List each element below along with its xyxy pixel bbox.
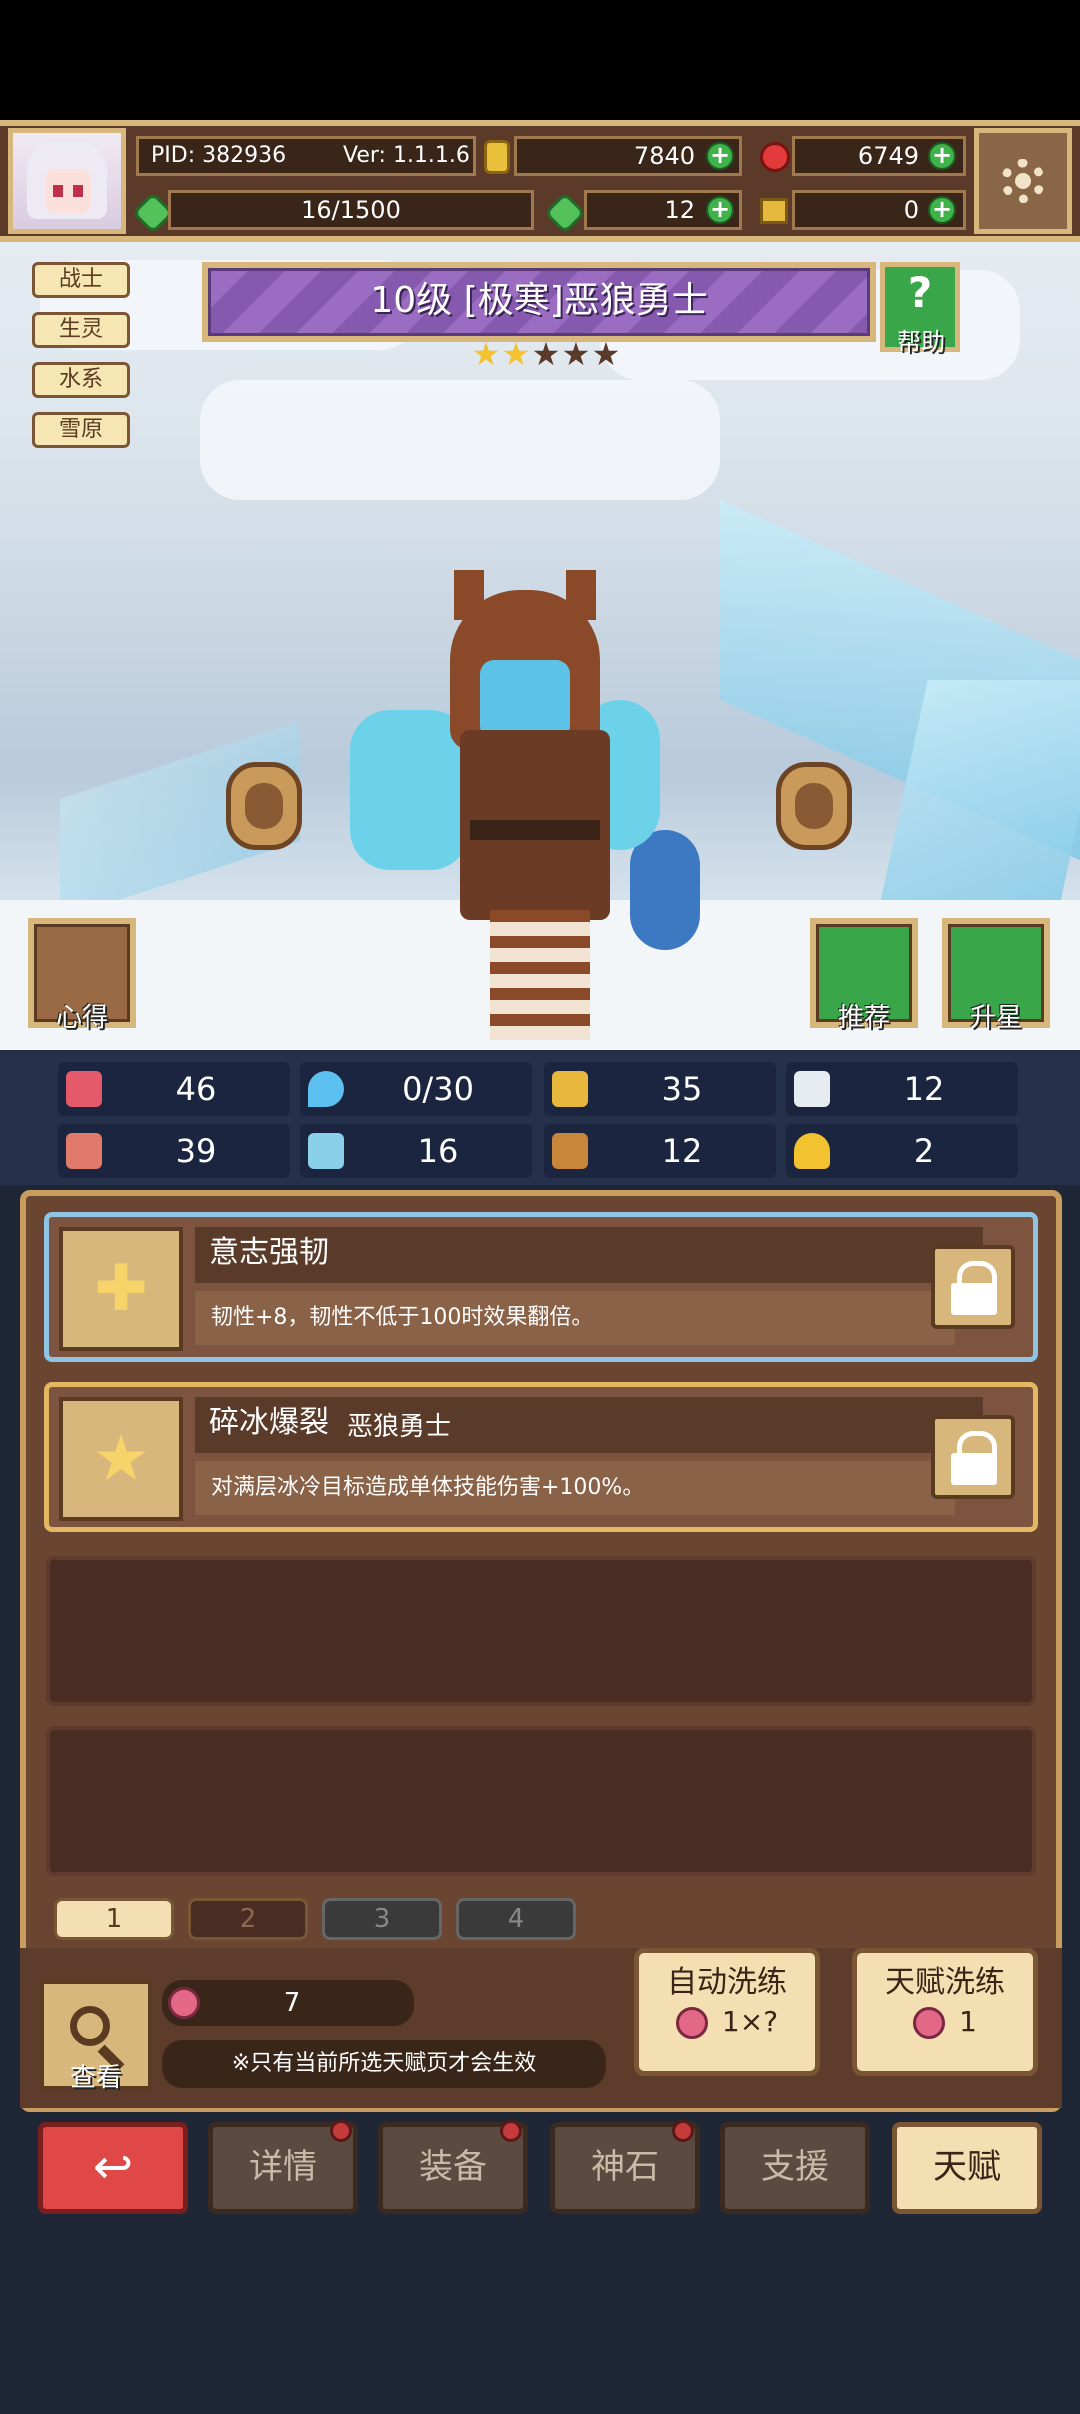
magnifier-icon [70,2006,110,2046]
stat-defense: 35 [544,1062,776,1116]
talent-page-tab-4[interactable]: 4 [456,1898,576,1940]
star-empty-icon: ★ [591,335,621,373]
auto-wash-button[interactable]: 自动洗练 1×? [634,1948,820,2076]
recommend-label: 推荐 [837,1003,890,1033]
hero-title-banner: 10级 [极寒]恶狼勇士 [202,262,876,342]
fist-icon [66,1133,102,1169]
talent-page-tab-3[interactable]: 3 [322,1898,442,1940]
stamina-bar: 16/1500 [168,190,534,230]
settings-button[interactable] [974,128,1072,234]
player-info-bar: PID: 382936 Ver: 1.1.1.6 [136,136,476,176]
stat-luck: 2 [786,1124,1018,1178]
talent-page-tab-2[interactable]: 2 [188,1898,308,1940]
version-text: Ver: 1.1.1.6 [343,143,470,168]
red-gem-icon [760,142,790,172]
hero-character-sprite [350,570,710,1050]
help-label: 帮助 [897,328,945,356]
talent-wash-label: 天赋洗练 [885,1965,1005,2000]
player-avatar[interactable] [8,128,126,234]
horseshoe-icon [794,1133,830,1169]
star-filled-icon: ★ [501,335,531,373]
wing-icon [794,1071,830,1107]
view-label: 查看 [69,2063,122,2093]
prev-hero-medal[interactable] [226,762,302,850]
notification-dot [672,2120,694,2142]
water-drop-icon [308,1071,344,1107]
stat-magic: 16 [300,1124,532,1178]
hero-title: 10级 [极寒]恶狼勇士 [208,268,870,336]
talent-name: 意志强韧 [209,1235,329,1270]
star-up-button[interactable]: 升星 [942,918,1050,1033]
tag-creature[interactable]: 生灵 [32,312,130,348]
fruit-counter: 7 [162,1980,414,2026]
auto-wash-label: 自动洗练 [667,1965,787,2000]
talent-source: 恶狼勇士 [347,1412,452,1442]
back-button[interactable]: ↩ [38,2122,188,2214]
notes-button[interactable]: 心得 [28,918,136,1033]
fruit-icon [675,2007,708,2039]
notification-dot [500,2120,522,2142]
book-icon [308,1133,344,1169]
tag-warrior[interactable]: 战士 [32,262,130,298]
notes-label: 心得 [55,1003,108,1033]
shield-icon [552,1071,588,1107]
next-hero-medal[interactable] [776,762,852,850]
fruit-icon [913,2007,946,2039]
scroll-icon [552,1133,588,1169]
add-gem-button[interactable]: + [928,142,956,170]
unlock-icon[interactable] [931,1245,1015,1329]
talent-wash-cost: 1 [959,2005,977,2038]
fruit-count: 7 [283,1988,301,2018]
add-gold-button[interactable]: + [706,142,734,170]
talent-slot-2[interactable]: ★ 碎冰爆裂 恶狼勇士 对满层冰冷目标造成单体技能伤害+100%。 [44,1382,1038,1532]
stat-attack: 39 [58,1124,290,1178]
stat-hp: 46 [58,1062,290,1116]
gem-value: 6749 [857,142,919,170]
empty-talent-slot[interactable] [46,1726,1036,1876]
recommend-button[interactable]: 推荐 [810,918,918,1033]
empty-talent-slot[interactable] [46,1556,1036,1706]
back-arrow-icon: ↩ [92,2139,134,2195]
pid-text: PID: 382936 [151,143,287,168]
talent-name: 碎冰爆裂 [209,1405,329,1440]
talent-slot-1[interactable]: ✚ 意志强韧 韧性+8，韧性不低于100时效果翻倍。 [44,1212,1038,1362]
nav-support[interactable]: 支援 [720,2122,870,2214]
cross-icon: ✚ [59,1227,183,1351]
talent-desc: 对满层冰冷目标造成单体技能伤害+100%。 [211,1475,645,1500]
fruit-icon [168,1987,200,2019]
view-button[interactable]: 查看 [40,1980,152,2093]
tag-snowfield[interactable]: 雪原 [32,412,130,448]
clover-value: 12 [664,196,695,224]
help-button[interactable]: ? 帮助 [880,262,960,356]
stamina-value: 16/1500 [301,196,401,224]
question-icon: ? [907,268,933,317]
gold-value: 7840 [633,142,695,170]
star-badge-icon: ★ [59,1397,183,1521]
page-effect-note: ※只有当前所选天赋页才会生效 [162,2040,606,2088]
status-bar [0,0,1080,120]
unlock-icon[interactable] [931,1415,1015,1499]
star-empty-icon: ★ [561,335,591,373]
stat-speed: 12 [786,1062,1018,1116]
stat-mana: 0/30 [300,1062,532,1116]
star-filled-icon: ★ [471,335,501,373]
talent-page-tab-1[interactable]: 1 [54,1898,174,1940]
notification-dot [330,2120,352,2142]
gold-coin-icon [484,140,510,174]
talent-wash-button[interactable]: 天赋洗练 1 [852,1948,1038,2076]
key-value: 0 [903,196,919,224]
star-up-label: 升星 [969,1003,1022,1033]
auto-wash-cost: 1×? [721,2005,779,2038]
heart-icon [66,1071,102,1107]
stat-resist: 12 [544,1124,776,1178]
add-clover-button[interactable]: + [706,196,734,224]
talent-desc: 韧性+8，韧性不低于100时效果翻倍。 [211,1305,594,1330]
tag-water[interactable]: 水系 [32,362,130,398]
star-empty-icon: ★ [531,335,561,373]
add-key-button[interactable]: + [928,196,956,224]
nav-talent[interactable]: 天赋 [892,2122,1042,2214]
key-icon [760,198,788,224]
